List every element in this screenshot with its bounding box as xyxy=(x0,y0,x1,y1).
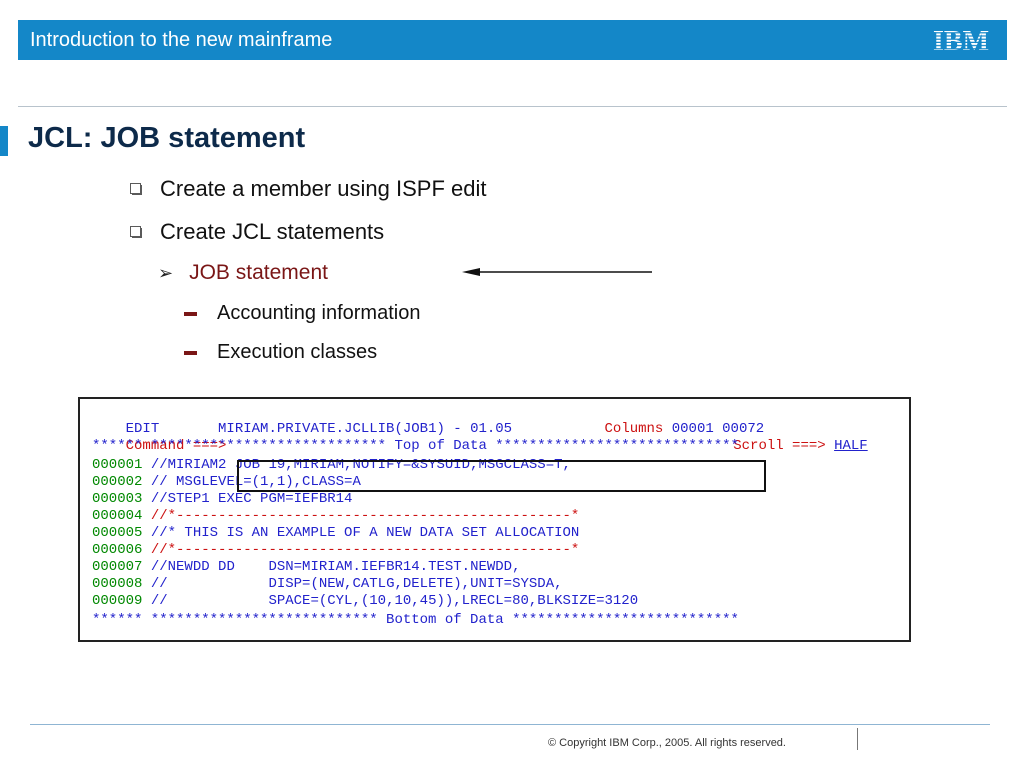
line-number[interactable]: 000005 xyxy=(92,525,142,541)
square-bullet-icon xyxy=(130,183,142,195)
ibm-logo-text: IBM xyxy=(933,27,989,53)
line-text[interactable]: //*-------------------------------------… xyxy=(151,542,579,558)
bullet-text: Create JCL statements xyxy=(160,219,385,244)
bottom-of-data-line: ****** *************************** Botto… xyxy=(92,612,739,628)
sub-sub-bullet-accounting: Accounting information xyxy=(184,302,420,325)
title-accent-bar xyxy=(0,126,8,156)
line-number[interactable]: 000002 xyxy=(92,474,142,490)
bottom-divider xyxy=(30,724,990,725)
line-number[interactable]: 000001 xyxy=(92,457,142,473)
sub-bullet-job-statement: ➢ JOB statement xyxy=(158,261,328,285)
terminal-command-line: Command ===> Scroll ===> HALF xyxy=(92,421,868,454)
header-bar: Introduction to the new mainframe IBM xyxy=(18,20,1007,60)
sub-sub-bullet-text: Accounting information xyxy=(217,302,421,324)
line-text[interactable]: //* THIS IS AN EXAMPLE OF A NEW DATA SET… xyxy=(151,525,579,541)
sub-bullet-text: JOB statement xyxy=(189,261,328,284)
line-text[interactable]: // DISP=(NEW,CATLG,DELETE),UNIT=SYSDA, xyxy=(151,576,563,592)
line-text[interactable]: //*-------------------------------------… xyxy=(151,508,579,524)
ibm-logo: IBM xyxy=(933,27,989,53)
line-number[interactable]: 000004 xyxy=(92,508,142,524)
arrowhead-bullet-icon: ➢ xyxy=(158,262,174,283)
terminal-data-line: 000003 //STEP1 EXEC PGM=IEFBR14 xyxy=(92,491,352,508)
job-statement-highlight-box xyxy=(237,460,766,492)
line-text[interactable]: //NEWDD DD DSN=MIRIAM.IEFBR14.TEST.NEWDD… xyxy=(151,559,521,575)
line-number[interactable]: 000009 xyxy=(92,593,142,609)
top-divider xyxy=(18,106,1007,107)
terminal-data-line: 000004 //*------------------------------… xyxy=(92,508,579,525)
ispf-edit-terminal: EDIT MIRIAM.PRIVATE.JCLLIB(JOB1) - 01.05… xyxy=(78,397,911,642)
line-number[interactable]: 000008 xyxy=(92,576,142,592)
left-arrow-icon xyxy=(462,268,652,276)
bullet-create-member: Create a member using ISPF edit xyxy=(130,176,486,202)
terminal-header-line: EDIT MIRIAM.PRIVATE.JCLLIB(JOB1) - 01.05… xyxy=(92,404,765,437)
copyright-text: © Copyright IBM Corp., 2005. All rights … xyxy=(548,737,786,749)
terminal-data-line: 000008 // DISP=(NEW,CATLG,DELETE),UNIT=S… xyxy=(92,576,563,593)
dash-bullet-icon xyxy=(184,350,197,355)
line-number[interactable]: 000006 xyxy=(92,542,142,558)
terminal-data-line: 000005 //* THIS IS AN EXAMPLE OF A NEW D… xyxy=(92,525,579,542)
header-title: Introduction to the new mainframe xyxy=(30,29,333,51)
line-number[interactable]: 000003 xyxy=(92,491,142,507)
line-number[interactable]: 000007 xyxy=(92,559,142,575)
line-text[interactable]: //STEP1 EXEC PGM=IEFBR14 xyxy=(151,491,353,507)
slide-title: JCL: JOB statement xyxy=(28,122,306,154)
sub-sub-bullet-text: Execution classes xyxy=(217,341,378,363)
terminal-data-line: 000009 // SPACE=(CYL,(10,10,45)),LRECL=8… xyxy=(92,593,638,610)
line-text[interactable]: // SPACE=(CYL,(10,10,45)),LRECL=80,BLKSI… xyxy=(151,593,638,609)
scroll-label: Scroll ===> xyxy=(733,438,826,454)
sub-sub-bullet-execution: Execution classes xyxy=(184,341,377,364)
terminal-data-line: 000006 //*------------------------------… xyxy=(92,542,579,559)
terminal-data-line: 000007 //NEWDD DD DSN=MIRIAM.IEFBR14.TES… xyxy=(92,559,521,576)
bullet-text: Create a member using ISPF edit xyxy=(160,176,487,201)
square-bullet-icon xyxy=(130,226,142,238)
dash-bullet-icon xyxy=(184,311,197,316)
top-of-data-line: ****** **************************** Top … xyxy=(92,438,739,454)
bullet-create-jcl: Create JCL statements xyxy=(130,219,384,245)
scroll-value[interactable]: HALF xyxy=(834,438,868,454)
footer-separator xyxy=(857,728,858,750)
